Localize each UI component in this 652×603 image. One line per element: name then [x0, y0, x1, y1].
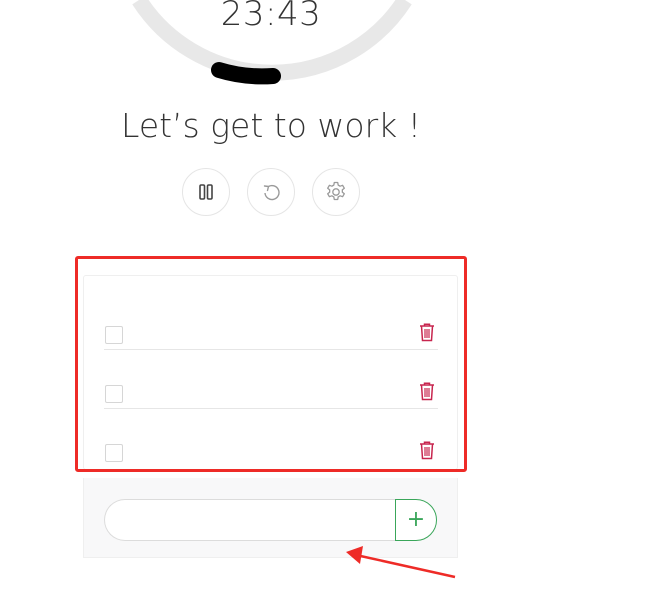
trash-icon	[420, 323, 434, 342]
pause-button[interactable]	[182, 168, 230, 216]
gear-icon	[327, 181, 345, 201]
settings-button[interactable]	[312, 168, 360, 216]
task-checkbox[interactable]	[105, 326, 123, 344]
reset-button[interactable]	[247, 168, 295, 216]
task-item	[104, 291, 438, 350]
timer-progress	[211, 62, 281, 85]
pause-icon	[199, 184, 213, 200]
add-task-button[interactable]: +	[395, 499, 437, 541]
task-item	[104, 350, 438, 409]
new-task-input[interactable]	[104, 499, 400, 541]
trash-icon	[420, 441, 434, 460]
task-item	[104, 409, 438, 468]
delete-task-button[interactable]	[416, 380, 438, 402]
motivation-text: Let’s get to work !	[121, 106, 421, 145]
task-checkbox[interactable]	[105, 385, 123, 403]
timer-time: 23:43	[220, 0, 322, 34]
arrow-line	[355, 553, 456, 579]
trash-icon	[420, 382, 434, 401]
task-checkbox[interactable]	[105, 444, 123, 462]
reset-icon	[263, 184, 280, 201]
task-list	[83, 275, 458, 470]
delete-task-button[interactable]	[416, 321, 438, 343]
delete-task-button[interactable]	[416, 439, 438, 461]
